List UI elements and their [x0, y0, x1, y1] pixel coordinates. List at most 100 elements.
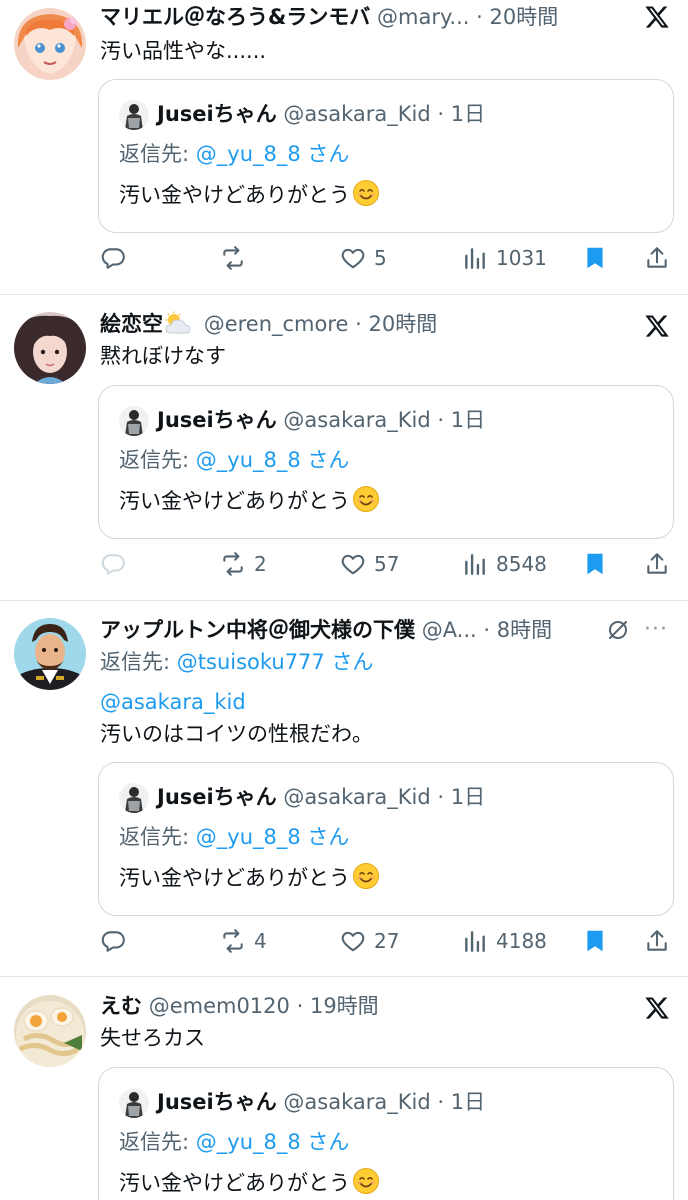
timestamp[interactable]: 19時間	[310, 994, 379, 1018]
display-name[interactable]: えむ	[100, 994, 142, 1018]
views-button[interactable]: 4188	[462, 921, 547, 961]
share-button[interactable]	[644, 921, 670, 961]
reply-button[interactable]	[100, 921, 134, 961]
retweet-button[interactable]: 4	[220, 921, 267, 961]
quoted-avatar	[119, 406, 149, 436]
reply-to-user[interactable]: @_yu_8_8	[196, 1130, 301, 1154]
quoted-reply-to: 返信先: @_yu_8_8 さん	[119, 444, 349, 476]
display-name[interactable]: アップルトン中将＠御犬様の下僕	[100, 618, 415, 642]
display-name[interactable]: 絵恋空	[100, 312, 163, 336]
tweet[interactable]: アップルトン中将＠御犬様の下僕 @A... · 8時間 ··· 返信先: @ts…	[0, 601, 688, 976]
like-button[interactable]: 27	[340, 921, 399, 961]
reply-to-prefix: 返信先:	[119, 448, 196, 472]
share-button[interactable]	[644, 238, 670, 278]
view-count: 4188	[496, 929, 547, 953]
tweet-text: 黙れぼけなす	[100, 344, 226, 368]
timestamp[interactable]: 8時間	[497, 618, 552, 642]
retweet-button[interactable]: 2	[220, 544, 267, 584]
x-logo-icon	[645, 997, 669, 1019]
bookmark-icon	[587, 247, 603, 269]
bookmark-button[interactable]	[582, 238, 608, 278]
reply-to-user[interactable]: @_yu_8_8	[196, 142, 301, 166]
time-separator: ·	[437, 1090, 445, 1114]
reply-button[interactable]	[100, 238, 134, 278]
quoted-display-name: Juseiちゃん	[157, 408, 277, 432]
action-bar: 2 57 8548	[0, 544, 688, 584]
quoted-text-content: 汚い金やけどありがとう	[119, 1171, 350, 1195]
reply-to: 返信先: @tsuisoku777 さん	[100, 647, 373, 677]
quoted-text-content: 汚い金やけどありがとう	[119, 183, 350, 207]
avatar[interactable]	[14, 8, 86, 80]
quoted-header: Juseiちゃん @asakara_Kid · 1日	[157, 781, 485, 813]
views-button[interactable]: 1031	[462, 238, 547, 278]
quoted-avatar	[119, 1088, 149, 1118]
share-icon	[647, 247, 667, 268]
reply-to-suffix: さん	[300, 825, 350, 849]
avatar[interactable]	[14, 312, 86, 384]
x-logo-icon	[645, 315, 669, 337]
username[interactable]: @emem0120	[149, 994, 290, 1018]
heart-icon	[341, 554, 365, 575]
username[interactable]: @A...	[422, 618, 477, 642]
time-separator: ·	[483, 618, 491, 642]
quoted-reply-to: 返信先: @_yu_8_8 さん	[119, 1126, 349, 1158]
retweet-count: 4	[254, 929, 267, 953]
quoted-text: 汚い金やけどありがとう	[119, 484, 380, 518]
quoted-timestamp: 1日	[450, 408, 486, 432]
action-bar: 4 27 4188	[0, 921, 688, 961]
like-button[interactable]: 5	[340, 238, 387, 278]
tweet[interactable]: 絵恋空 @eren_cmore · 20時間 黙れぼけなす Juseiちゃん @…	[0, 295, 688, 600]
tweet[interactable]: マリエル＠なろう&ランモバ @mary... · 20時間 汚い品性やな....…	[0, 0, 688, 294]
reply-to-user[interactable]: @_yu_8_8	[196, 825, 301, 849]
username[interactable]: @mary...	[377, 5, 469, 29]
like-button[interactable]: 57	[340, 544, 399, 584]
reply-to-prefix: 返信先:	[100, 650, 177, 674]
mention-link[interactable]: @asakara_kid	[100, 687, 246, 717]
view-count: 1031	[496, 246, 547, 270]
reply-to-suffix: さん	[300, 448, 350, 472]
username[interactable]: @eren_cmore	[204, 312, 349, 336]
bookmark-button[interactable]	[582, 544, 608, 584]
like-count: 27	[374, 929, 400, 953]
reply-to-suffix: さん	[324, 650, 374, 674]
tweet[interactable]: えむ @emem0120 · 19時間 失せろカス Juseiちゃん @asak…	[0, 977, 688, 1200]
more-icon[interactable]: ···	[644, 617, 668, 642]
quoted-tweet[interactable]: Juseiちゃん @asakara_Kid · 1日 返信先: @_yu_8_8…	[98, 79, 674, 233]
mute-icon[interactable]	[606, 618, 630, 642]
tweet-header: マリエル＠なろう&ランモバ @mary... · 20時間	[100, 2, 618, 32]
bookmark-button[interactable]	[582, 921, 608, 961]
x-logo-icon	[645, 6, 669, 28]
quoted-username: @asakara_Kid	[283, 408, 431, 432]
quoted-reply-to: 返信先: @_yu_8_8 さん	[119, 138, 349, 170]
timestamp[interactable]: 20時間	[369, 312, 438, 336]
views-icon	[465, 931, 485, 952]
reply-to-user[interactable]: @_yu_8_8	[196, 448, 301, 472]
display-name[interactable]: マリエル＠なろう&ランモバ	[100, 5, 370, 29]
retweet-icon	[223, 552, 243, 576]
tweet-feed: マリエル＠なろう&ランモバ @mary... · 20時間 汚い品性やな....…	[0, 0, 688, 1200]
tweet-header: えむ @emem0120 · 19時間	[100, 991, 618, 1021]
quoted-tweet[interactable]: Juseiちゃん @asakara_Kid · 1日 返信先: @_yu_8_8…	[98, 762, 674, 916]
quoted-text-content: 汚い金やけどありがとう	[119, 489, 350, 513]
time-separator: ·	[437, 785, 445, 809]
retweet-button[interactable]	[220, 238, 254, 278]
quoted-tweet[interactable]: Juseiちゃん @asakara_Kid · 1日 返信先: @_yu_8_8…	[98, 1067, 674, 1200]
quoted-tweet[interactable]: Juseiちゃん @asakara_Kid · 1日 返信先: @_yu_8_8…	[98, 385, 674, 539]
quoted-text: 汚い金やけどありがとう	[119, 178, 380, 212]
avatar[interactable]	[14, 618, 86, 690]
smiling-face-emoji	[353, 180, 379, 206]
quoted-timestamp: 1日	[450, 1090, 486, 1114]
avatar[interactable]	[14, 995, 86, 1067]
reply-button[interactable]	[100, 544, 134, 584]
views-button[interactable]: 8548	[462, 544, 547, 584]
reply-to-user[interactable]: @tsuisoku777	[177, 650, 325, 674]
smiling-face-emoji	[353, 1168, 379, 1194]
reply-icon	[101, 931, 125, 952]
share-button[interactable]	[644, 544, 670, 584]
tweet-text: 失せろカス	[100, 1026, 205, 1050]
time-separator: ·	[437, 102, 445, 126]
quoted-username: @asakara_Kid	[283, 102, 431, 126]
quoted-username: @asakara_Kid	[283, 785, 431, 809]
timestamp[interactable]: 20時間	[489, 5, 558, 29]
smiling-face-emoji	[353, 863, 379, 889]
